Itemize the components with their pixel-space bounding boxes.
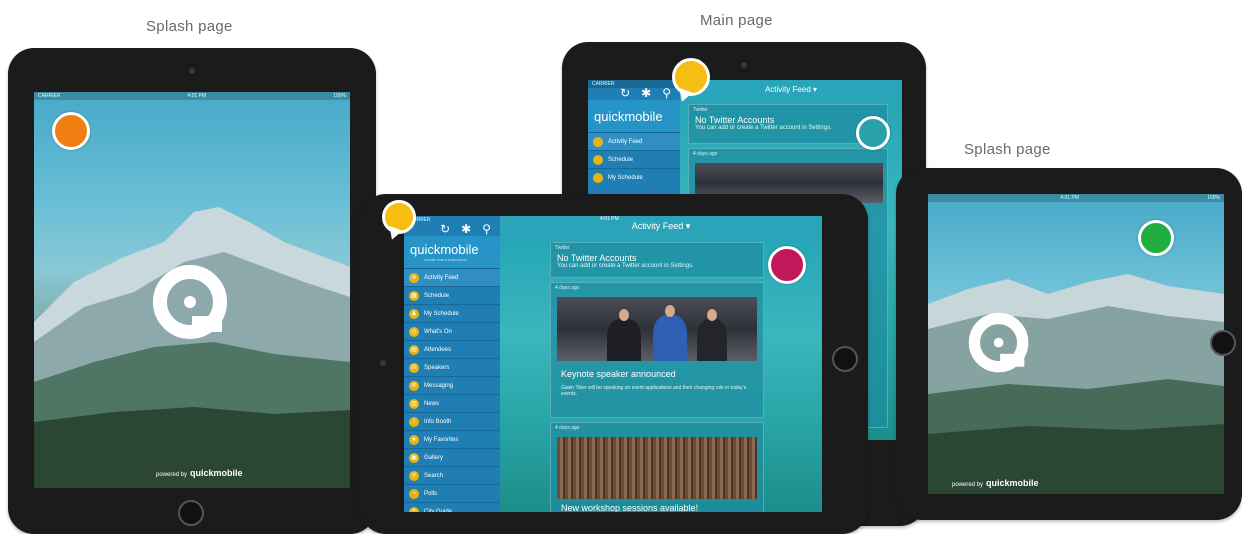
front-camera xyxy=(380,360,386,366)
keynote-card[interactable]: 4 days ago Keynote speaker announced Gav… xyxy=(550,282,764,418)
search-icon[interactable]: ⚲ xyxy=(482,222,491,236)
gear-icon[interactable]: ✱ xyxy=(461,222,471,236)
card-subtitle: Gavin Tiber will be speaking on event ap… xyxy=(561,385,747,397)
main-screen-front: CARRIER ↻ ✱ ⚲ quickmobile mobile event ex… xyxy=(404,216,822,512)
sidebar-item-attendees[interactable]: ▤ Attendees xyxy=(404,340,500,358)
person-calendar-icon xyxy=(593,172,603,183)
powered-by-label: powered by quickmobile xyxy=(952,478,1039,488)
powered-by-label: powered by quickmobile xyxy=(156,468,243,478)
sidebar-item-label: News xyxy=(424,400,440,407)
star-icon: ★ xyxy=(409,434,419,445)
sidebar-logo: quickmobile mobile event experience xyxy=(404,236,500,268)
sidebar-item-news[interactable]: ▥ News xyxy=(404,394,500,412)
quickmobile-logo-icon xyxy=(968,312,1029,373)
sidebar-item-gallery[interactable]: ▣ Gallery xyxy=(404,448,500,466)
sidebar-item-label: Activity Feed xyxy=(424,274,459,281)
sidebar-item-label: My Favorites xyxy=(424,436,459,443)
ipad-portrait-splash: CARRIER 4:01 PM 100% powered by quickmobile xyxy=(8,48,376,534)
news-icon: ▥ xyxy=(409,398,419,409)
sidebar-item-city-guide[interactable]: ⌖ City Guide xyxy=(404,502,500,512)
speaker-photo xyxy=(557,297,757,361)
orange-marker xyxy=(52,112,90,150)
yellow-marker xyxy=(672,58,710,96)
sidebar-item-label: City Guide xyxy=(424,508,453,513)
sidebar-item-label: Gallery xyxy=(424,454,444,461)
refresh-icon[interactable]: ↻ xyxy=(440,222,450,236)
sidebar-item-info-booth[interactable]: i Info Booth xyxy=(404,412,500,430)
gallery-icon: ▣ xyxy=(409,452,419,463)
info-icon: i xyxy=(409,416,419,427)
attendees-icon: ▤ xyxy=(409,344,419,355)
ipad-landscape-splash: 4:01 PM 100% powered by quickmobile xyxy=(896,168,1242,520)
calendar-icon xyxy=(593,154,603,165)
sidebar-item-label: Speakers xyxy=(424,364,450,371)
sidebar-item-label: Attendees xyxy=(424,346,452,353)
status-bar: CARRIER xyxy=(408,217,431,223)
teal-marker xyxy=(856,116,890,150)
sidebar-item-speakers[interactable]: ☊ Speakers xyxy=(404,358,500,376)
sidebar-item-schedule[interactable]: Schedule xyxy=(588,150,680,168)
yellow-marker xyxy=(382,200,416,234)
activity-feed: 4:01 PM Activity Feed ▾ Twitter No Twitte… xyxy=(500,216,822,512)
search-icon: ⚲ xyxy=(409,470,419,481)
sidebar-item-label: My Schedule xyxy=(424,310,459,317)
quickmobile-logo-icon xyxy=(153,265,227,339)
sidebar-item-my-schedule[interactable]: My Schedule xyxy=(588,168,680,186)
sidebar-item-schedule[interactable]: ▦ Schedule xyxy=(404,286,500,304)
sidebar-item-what-s-on[interactable]: ◷ What's On xyxy=(404,322,500,340)
feed-header[interactable]: 4:01 PM Activity Feed ▾ xyxy=(500,216,822,236)
gear-icon[interactable]: ✱ xyxy=(641,86,651,100)
ipad-landscape-main-front: CARRIER ↻ ✱ ⚲ quickmobile mobile event ex… xyxy=(360,194,868,534)
sidebar-item-activity-feed[interactable]: Activity Feed xyxy=(588,132,680,150)
splash-screen-left: CARRIER 4:01 PM 100% powered by quickmobile xyxy=(34,92,350,488)
caption-main-page: Main page xyxy=(700,12,773,29)
status-bar: CARRIER 4:01 PM 100% xyxy=(34,92,350,100)
home-button[interactable] xyxy=(832,346,858,372)
home-button[interactable] xyxy=(1210,330,1236,356)
sidebar: CARRIER ↻ ✱ ⚲ quickmobile mobile event ex… xyxy=(404,216,500,512)
calendar-icon: ▦ xyxy=(409,290,419,301)
caption-left-splash: Splash page xyxy=(146,18,233,35)
green-marker xyxy=(1138,220,1174,256)
person-calendar-icon: ♟ xyxy=(409,308,419,319)
map-icon: ⌖ xyxy=(409,506,419,512)
sidebar-item-my-favorites[interactable]: ★ My Favorites xyxy=(404,430,500,448)
search-icon[interactable]: ⚲ xyxy=(662,86,671,100)
twitter-card[interactable]: Twitter No Twitter Accounts You can add … xyxy=(550,242,764,278)
speaker-icon: ☊ xyxy=(409,362,419,373)
sidebar-logo: quickmobile xyxy=(588,100,680,132)
activity-icon: ≋ xyxy=(409,272,419,283)
feed-header[interactable]: Activity Feed ▾ xyxy=(680,80,902,100)
caption-right-splash: Splash page xyxy=(964,141,1051,158)
front-camera xyxy=(741,62,747,68)
workshop-card[interactable]: 4 days ago New workshop sessions availab… xyxy=(550,422,764,512)
sidebar-item-label: Polls xyxy=(424,490,438,497)
sidebar-item-activity-feed[interactable]: ≋ Activity Feed xyxy=(404,268,500,286)
sidebar-item-label: Messaging xyxy=(424,382,454,389)
audience-photo xyxy=(557,437,757,499)
sidebar-item-label: Schedule xyxy=(424,292,450,299)
sidebar-item-search[interactable]: ⚲ Search xyxy=(404,466,500,484)
splash-screen-right: 4:01 PM 100% powered by quickmobile xyxy=(928,194,1224,494)
magenta-marker xyxy=(768,246,806,284)
sidebar-item-polls[interactable]: ◔ Polls xyxy=(404,484,500,502)
front-camera xyxy=(189,68,195,74)
product-showcase: Splash page Main page Splash page CARRIE… xyxy=(0,0,1242,534)
clock-icon: ◷ xyxy=(409,326,419,337)
card-title: New workshop sessions available! xyxy=(561,503,699,512)
sidebar-item-label: Info Booth xyxy=(424,418,452,425)
refresh-icon[interactable]: ↻ xyxy=(620,86,630,100)
envelope-icon: ✉ xyxy=(409,380,419,391)
card-title: Keynote speaker announced xyxy=(561,369,676,379)
sidebar-item-label: What's On xyxy=(424,328,452,335)
sidebar-item-my-schedule[interactable]: ♟ My Schedule xyxy=(404,304,500,322)
home-button[interactable] xyxy=(178,500,204,526)
activity-icon xyxy=(593,136,603,147)
sidebar-item-messaging[interactable]: ✉ Messaging xyxy=(404,376,500,394)
poll-icon: ◔ xyxy=(409,488,419,499)
sidebar-item-label: Search xyxy=(424,472,444,479)
